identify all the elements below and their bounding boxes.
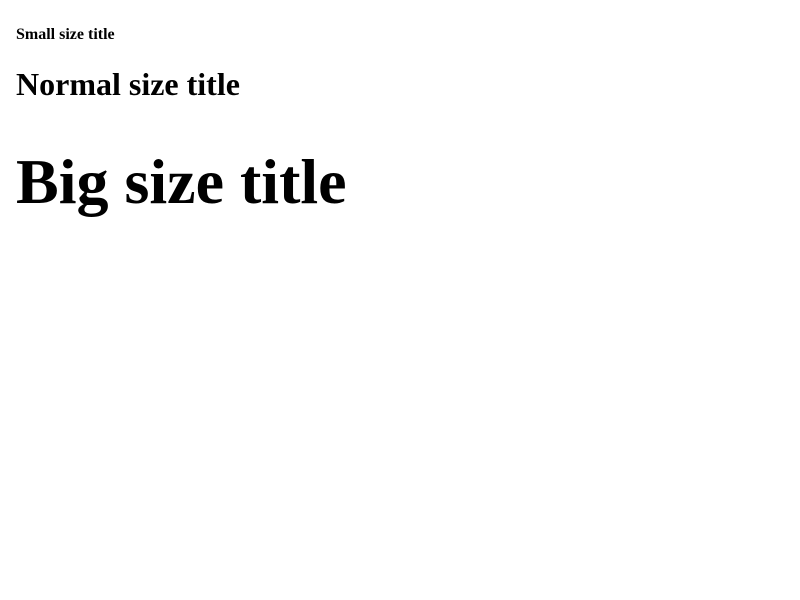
normal-size-title: Normal size title <box>16 66 240 102</box>
big-size-title: Big size title <box>16 146 347 217</box>
small-size-title: Small size title <box>16 26 115 43</box>
